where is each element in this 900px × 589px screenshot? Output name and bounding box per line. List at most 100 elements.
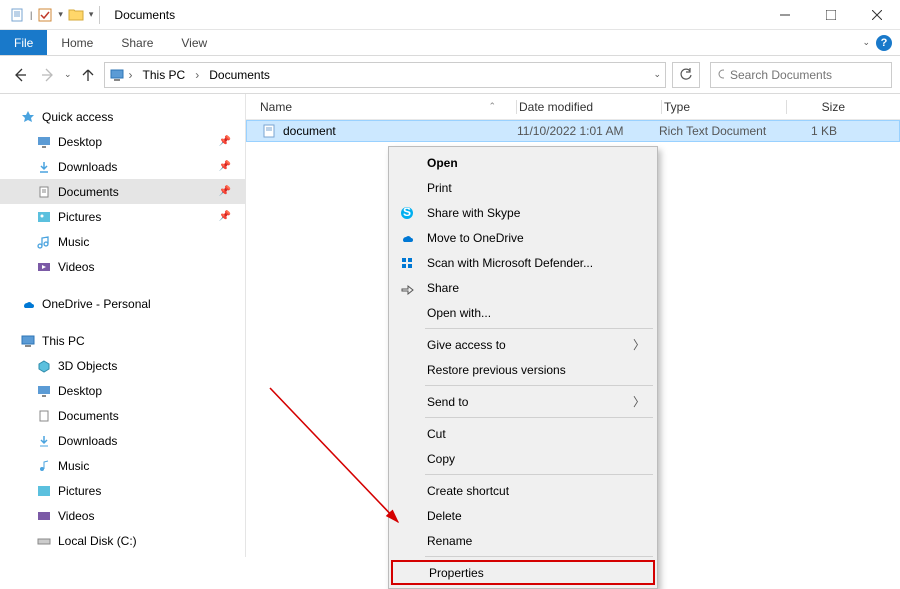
tree-quick-access[interactable]: Quick access bbox=[0, 104, 245, 129]
menu-properties[interactable]: Properties bbox=[391, 560, 655, 585]
nav-tree: Quick access Desktop📌 Downloads📌 Documen… bbox=[0, 94, 246, 557]
tree-videos[interactable]: Videos bbox=[0, 254, 245, 279]
svg-text:S: S bbox=[403, 206, 411, 219]
menu-shortcut[interactable]: Create shortcut bbox=[391, 478, 655, 503]
tree-videos-2[interactable]: Videos bbox=[0, 503, 245, 528]
forward-button[interactable] bbox=[36, 63, 60, 87]
menu-restore[interactable]: Restore previous versions bbox=[391, 357, 655, 382]
recent-dropdown[interactable]: ⌄ bbox=[64, 69, 72, 80]
skype-icon: S bbox=[399, 205, 415, 221]
menu-copy[interactable]: Copy bbox=[391, 446, 655, 471]
qat-doc-icon[interactable] bbox=[6, 4, 28, 26]
tree-label: Desktop bbox=[58, 384, 102, 398]
desktop-icon bbox=[36, 383, 52, 399]
col-size[interactable]: Size bbox=[789, 100, 859, 114]
tab-home[interactable]: Home bbox=[47, 30, 107, 55]
tree-desktop[interactable]: Desktop📌 bbox=[0, 129, 245, 154]
tree-music[interactable]: Music bbox=[0, 229, 245, 254]
menu-skype[interactable]: SShare with Skype bbox=[391, 200, 655, 225]
ribbon-expand-icon[interactable]: ⌄ bbox=[862, 37, 870, 48]
menu-cut[interactable]: Cut bbox=[391, 421, 655, 446]
maximize-button[interactable] bbox=[808, 0, 854, 30]
qat-dropdown-2[interactable]: ▾ bbox=[89, 9, 94, 20]
tree-local-disk[interactable]: Local Disk (C:) bbox=[0, 528, 245, 553]
pictures-icon bbox=[36, 209, 52, 225]
menu-open[interactable]: Open bbox=[391, 150, 655, 175]
menu-openwith[interactable]: Open with... bbox=[391, 300, 655, 325]
file-type: Rich Text Document bbox=[659, 124, 781, 138]
tree-onedrive[interactable]: OneDrive - Personal bbox=[0, 291, 245, 316]
onedrive-icon bbox=[20, 296, 36, 312]
share-icon bbox=[399, 280, 415, 296]
tree-label: Desktop bbox=[58, 135, 102, 149]
tree-downloads-2[interactable]: Downloads bbox=[0, 428, 245, 453]
tree-label: Documents bbox=[58, 185, 119, 199]
tree-downloads[interactable]: Downloads📌 bbox=[0, 154, 245, 179]
crumb-this-pc[interactable]: This PC bbox=[137, 68, 192, 82]
breadcrumb-bar[interactable]: › This PC › Documents ⌄ bbox=[104, 62, 666, 88]
defender-icon bbox=[399, 255, 415, 271]
qat-check-icon[interactable] bbox=[34, 4, 56, 26]
col-date[interactable]: Date modified bbox=[519, 100, 661, 114]
pin-icon: 📌 bbox=[219, 186, 231, 197]
menu-sendto[interactable]: Send to〉 bbox=[391, 389, 655, 414]
col-type[interactable]: Type bbox=[664, 100, 786, 114]
up-button[interactable] bbox=[76, 63, 100, 87]
close-button[interactable] bbox=[854, 0, 900, 30]
menu-giveaccess[interactable]: Give access to〉 bbox=[391, 332, 655, 357]
pictures-icon bbox=[36, 483, 52, 499]
pin-icon: 📌 bbox=[219, 161, 231, 172]
onedrive-icon bbox=[399, 230, 415, 246]
tree-music-2[interactable]: Music bbox=[0, 453, 245, 478]
tree-documents[interactable]: Documents 📌 bbox=[0, 179, 245, 204]
file-name: document bbox=[283, 124, 336, 138]
tree-label: Videos bbox=[58, 509, 94, 523]
documents-icon bbox=[36, 184, 52, 200]
back-button[interactable] bbox=[8, 63, 32, 87]
tree-this-pc[interactable]: This PC bbox=[0, 328, 245, 353]
crumb-documents[interactable]: Documents bbox=[203, 68, 276, 82]
search-input[interactable] bbox=[730, 68, 885, 82]
menu-separator bbox=[425, 474, 653, 475]
title-bar: | ▾ ▾ Documents bbox=[0, 0, 900, 30]
menu-share[interactable]: Share bbox=[391, 275, 655, 300]
col-name[interactable]: Name⌃ bbox=[260, 100, 516, 114]
tree-3d-objects[interactable]: 3D Objects bbox=[0, 353, 245, 378]
desktop-icon bbox=[36, 134, 52, 150]
tab-view[interactable]: View bbox=[167, 30, 221, 55]
file-row-selected[interactable]: document 11/10/2022 1:01 AM Rich Text Do… bbox=[246, 120, 900, 142]
chevron-right-icon[interactable]: › bbox=[193, 68, 201, 82]
downloads-icon bbox=[36, 159, 52, 175]
chevron-right-icon[interactable]: › bbox=[127, 68, 135, 82]
ribbon-tabs: File Home Share View ⌄ ? bbox=[0, 30, 900, 56]
tab-share[interactable]: Share bbox=[107, 30, 167, 55]
sort-arrow-icon: ⌃ bbox=[488, 101, 496, 112]
breadcrumb-pc-icon bbox=[109, 67, 125, 83]
tree-label: Downloads bbox=[58, 434, 117, 448]
file-icon bbox=[261, 123, 277, 139]
tree-label: Music bbox=[58, 235, 89, 249]
menu-rename[interactable]: Rename bbox=[391, 528, 655, 553]
tree-label: Local Disk (C:) bbox=[58, 534, 137, 548]
tree-pictures-2[interactable]: Pictures bbox=[0, 478, 245, 503]
qat-dropdown[interactable]: ▾ bbox=[58, 9, 63, 20]
breadcrumb-dropdown[interactable]: ⌄ bbox=[653, 69, 661, 80]
tree-documents-2[interactable]: Documents bbox=[0, 403, 245, 428]
help-icon[interactable]: ? bbox=[876, 35, 892, 51]
menu-defender[interactable]: Scan with Microsoft Defender... bbox=[391, 250, 655, 275]
tree-label: 3D Objects bbox=[58, 359, 117, 373]
tree-desktop-2[interactable]: Desktop bbox=[0, 378, 245, 403]
minimize-button[interactable] bbox=[762, 0, 808, 30]
menu-separator bbox=[425, 385, 653, 386]
music-icon bbox=[36, 458, 52, 474]
menu-onedrive[interactable]: Move to OneDrive bbox=[391, 225, 655, 250]
tree-pictures[interactable]: Pictures📌 bbox=[0, 204, 245, 229]
pin-icon: 📌 bbox=[219, 211, 231, 222]
pc-icon bbox=[20, 333, 36, 349]
menu-delete[interactable]: Delete bbox=[391, 503, 655, 528]
search-box[interactable] bbox=[710, 62, 892, 88]
disk-icon bbox=[36, 533, 52, 549]
menu-print[interactable]: Print bbox=[391, 175, 655, 200]
refresh-button[interactable] bbox=[672, 62, 700, 88]
tab-file[interactable]: File bbox=[0, 30, 47, 55]
